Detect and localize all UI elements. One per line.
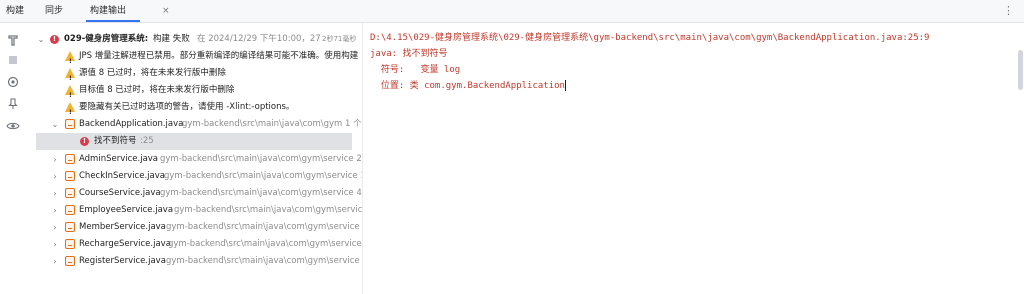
output-line-with-caret: 位置: 类 com.gym.BackendApplication — [370, 78, 566, 91]
tab-build-output[interactable]: 构建输出 — [85, 0, 141, 22]
text-caret — [564, 80, 566, 91]
tool-window-header: 构建 同步 构建输出 × ⋮ — [0, 0, 1024, 23]
warning-icon: ! — [65, 102, 75, 116]
file-name: BackendApplication.java — [79, 119, 184, 129]
file-name: MemberService.java — [79, 222, 166, 232]
close-tab-icon[interactable]: × — [162, 0, 170, 22]
settings-icon[interactable] — [6, 75, 20, 89]
chevron-right-icon[interactable]: › — [50, 168, 60, 185]
file-row[interactable]: › MemberService.java gym-backend\src\mai… — [32, 219, 362, 236]
hammer-icon[interactable] — [6, 33, 20, 47]
error-icon: ! — [50, 35, 59, 44]
file-path: gym-backend\src\main\java\com\gym\servic… — [164, 171, 363, 181]
output-line: 符号: 变量 log — [370, 65, 461, 75]
error-line: :25 — [140, 136, 154, 146]
build-timestamp: 在 2024/12/29 下午10:00，27 — [197, 34, 321, 44]
file-path: gym-backend\src\main\java\com\gym\servic… — [160, 188, 362, 198]
warning-text: 目标值 8 已过时，将在未来发行版中删除 — [79, 85, 235, 95]
java-file-icon — [65, 239, 75, 249]
file-path: gym-backend\src\main\java\com\gym\servic… — [160, 154, 362, 164]
java-file-icon — [65, 256, 75, 266]
file-row[interactable]: › EmployeeService.java gym-backend\src\m… — [32, 202, 362, 219]
pin-icon[interactable] — [6, 97, 20, 111]
warning-icon: ! — [65, 68, 75, 82]
eye-icon[interactable] — [6, 119, 20, 133]
file-path: gym-backend\src\main\java\com\gym\servic… — [168, 239, 362, 249]
file-name: RegisterService.java — [79, 256, 166, 266]
build-tree: ⌄ ! 029-健身房管理系统: 构建 失败 在 2024/12/29 下午10… — [32, 23, 363, 294]
tab-sync[interactable]: 同步 — [45, 0, 63, 22]
output-line: 位置: 类 com.gym.BackendApplication — [370, 81, 565, 91]
chevron-down-icon[interactable]: ⌄ — [50, 116, 60, 133]
chevron-right-icon[interactable]: › — [50, 202, 60, 219]
file-row[interactable]: › CheckInService.java gym-backend\src\ma… — [32, 168, 362, 185]
output-line: D:\4.15\029-健身房管理系统\029-健身房管理系统\gym-back… — [370, 33, 930, 43]
chevron-right-icon[interactable]: › — [50, 253, 60, 270]
chevron-down-icon[interactable]: ⌄ — [36, 31, 46, 48]
file-path: gym-backend\src\main\java\com\gym 1 个 — [182, 119, 362, 129]
warning-item[interactable]: ! JPS 增量注解进程已禁用。部分重新编译的编译结果可能不准确。使用构建 — [32, 48, 362, 65]
warning-icon: ! — [65, 85, 75, 99]
file-row[interactable]: › RechargeService.java gym-backend\src\m… — [32, 236, 362, 253]
java-file-icon — [65, 119, 75, 129]
error-message: 找不到符号 — [94, 136, 137, 146]
file-name: CourseService.java — [79, 188, 161, 198]
build-status: 构建 失败 — [153, 34, 190, 44]
file-name: AdminService.java — [79, 154, 159, 164]
file-path: gym-backend\src\main\java\com\gym\servic… — [166, 256, 360, 266]
file-row[interactable]: ⌄ BackendApplication.java gym-backend\sr… — [32, 116, 362, 133]
file-name: CheckInService.java — [79, 171, 165, 181]
file-name: RechargeService.java — [79, 239, 171, 249]
project-name: 029-健身房管理系统: — [64, 34, 149, 44]
warning-icon: ! — [65, 51, 75, 65]
warning-item[interactable]: ! 目标值 8 已过时，将在未来发行版中删除 — [32, 82, 362, 99]
build-duration: 2秒71毫秒 — [322, 35, 357, 43]
chevron-right-icon[interactable]: › — [50, 151, 60, 168]
file-path: gym-backend\src\main\java\com\gym\servic… — [166, 222, 360, 232]
java-file-icon — [65, 205, 75, 215]
output-line: java: 找不到符号 — [370, 49, 448, 59]
warning-text: JPS 增量注解进程已禁用。部分重新编译的编译结果可能不准确。使用构建 — [79, 51, 359, 61]
warning-text: 源值 8 已过时，将在未来发行版中删除 — [79, 68, 226, 78]
warning-item[interactable]: ! 源值 8 已过时，将在未来发行版中删除 — [32, 65, 362, 82]
java-file-icon — [65, 154, 75, 164]
chevron-right-icon[interactable]: › — [50, 185, 60, 202]
warning-item[interactable]: ! 要隐藏有关已过时选项的警告，请使用 -Xlint:-options。 — [32, 99, 362, 116]
tool-window-title: 构建 — [6, 6, 25, 16]
more-options-icon[interactable]: ⋮ — [1003, 0, 1014, 22]
error-icon: ! — [80, 137, 89, 146]
java-file-icon — [65, 188, 75, 198]
file-row[interactable]: › CourseService.java gym-backend\src\mai… — [32, 185, 362, 202]
java-file-icon — [65, 171, 75, 181]
tree-root-row[interactable]: ⌄ ! 029-健身房管理系统: 构建 失败 在 2024/12/29 下午10… — [32, 31, 362, 48]
error-item[interactable]: ! 找不到符号 :25 — [36, 133, 352, 150]
scrollbar[interactable] — [1018, 50, 1023, 90]
file-row[interactable]: › AdminService.java gym-backend\src\main… — [32, 151, 362, 168]
java-file-icon — [65, 222, 75, 232]
file-row[interactable]: › RegisterService.java gym-backend\src\m… — [32, 253, 362, 270]
warning-text: 要隐藏有关已过时选项的警告，请使用 -Xlint:-options。 — [79, 102, 295, 112]
stop-icon[interactable] — [6, 53, 20, 67]
chevron-right-icon[interactable]: › — [50, 219, 60, 236]
chevron-right-icon[interactable]: › — [50, 236, 60, 253]
file-path: gym-backend\src\main\java\com\gym\servic… — [174, 205, 363, 215]
file-name: EmployeeService.java — [79, 205, 174, 215]
toolbar — [0, 23, 28, 294]
